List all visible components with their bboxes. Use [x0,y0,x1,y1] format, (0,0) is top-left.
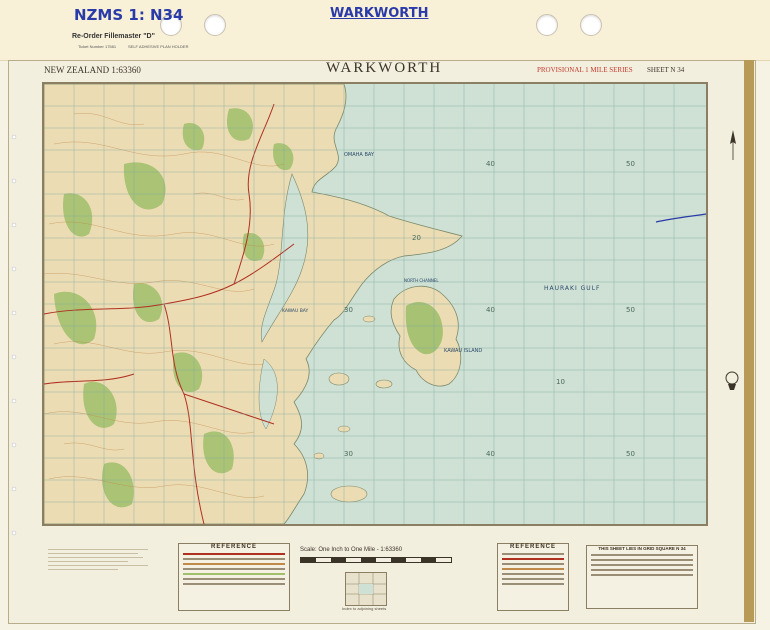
handwritten-name: WARKWORTH [330,6,429,21]
map-drawing: OMAHA BAY HAURAKI GULF KAWAU ISLAND KAWA… [44,84,706,524]
punch-hole [536,14,558,36]
index-adjoining-sheets [345,572,387,606]
punch-hole [580,14,602,36]
label-strip: NZMS 1: N34 WARKWORTH Re-Order Fillemast… [0,0,770,61]
grid-reference-box: THIS SHEET LIES IN GRID SQUARE N 34 [586,545,698,609]
label-kawau-bay: KAWAU BAY [282,308,309,314]
reference-box-right: REFERENCE [497,543,569,611]
crest-icon [724,370,740,392]
grid-number: 40 [486,450,495,458]
scale-bar [300,557,452,563]
self-adhesive-label: SELF ADHESIVE PLAN HOLDER [128,44,189,49]
margin-holes [11,131,17,551]
reference-box-left: REFERENCE [178,543,290,611]
grid-number: 40 [486,160,495,168]
punch-hole [204,14,226,36]
label-omaha-bay: OMAHA BAY [344,152,375,158]
margin-notes [44,546,164,586]
series-label: PROVISIONAL 1 MILE SERIES [537,66,633,74]
grid [44,84,706,524]
grid-number: 10 [556,378,565,386]
scale-caption: Scale: One Inch to One Mile - 1:63360 [300,547,403,553]
grid-number: 40 [486,306,495,314]
grid-number: 50 [626,306,635,314]
index-caption: Index to adjoining sheets [342,606,387,611]
ticket-number: Ticket Number 17581 [78,44,117,49]
north-arrow-icon [726,130,740,160]
map-face: OMAHA BAY HAURAKI GULF KAWAU ISLAND KAWA… [42,82,708,526]
grid-number: 30 [344,450,353,458]
grid-number: 50 [626,160,635,168]
grid-number: 20 [412,234,421,242]
sheet-number: SHEET N 34 [647,66,685,74]
scale-ratio: NEW ZEALAND 1:63360 [44,65,141,75]
grid-number: 30 [344,306,353,314]
label-north-channel: NORTH CHANNEL [404,278,439,283]
map-edge-binding [744,60,754,622]
map-title: WARKWORTH [326,60,443,76]
handwritten-code: NZMS 1: N34 [74,6,184,24]
label-kawau-island: KAWAU ISLAND [444,348,482,354]
label-hauraki-gulf: HAURAKI GULF [544,285,600,292]
reorder-label: Re-Order Fillemaster "D" [72,33,155,40]
grid-number: 50 [626,450,635,458]
